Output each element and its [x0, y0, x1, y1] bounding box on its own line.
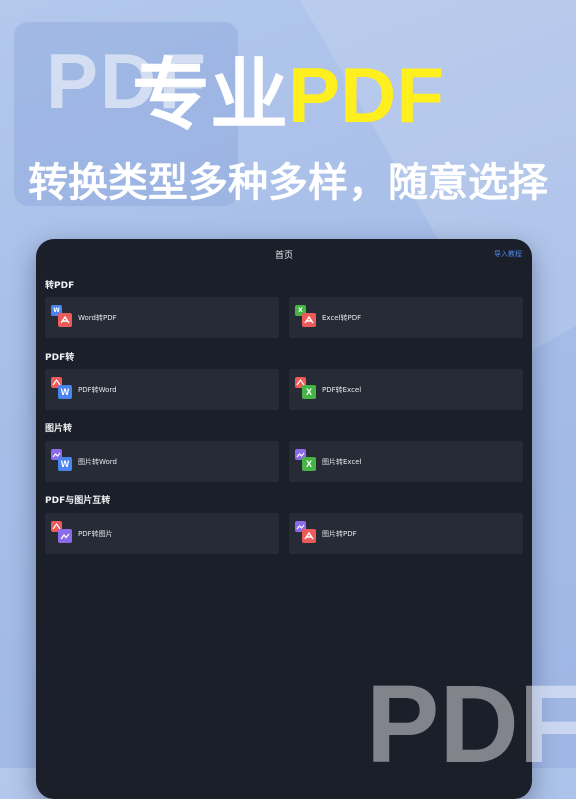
pdf-to-image-icon [51, 521, 75, 545]
image-to-word-icon: W [51, 449, 75, 473]
section-title-from-pdf: PDF转 [45, 353, 75, 363]
card-label: PDF转图片 [78, 530, 113, 538]
image-to-excel-button[interactable]: X 图片转Excel [289, 441, 523, 482]
card-label: PDF转Word [78, 386, 117, 394]
pdf-icon [302, 313, 316, 327]
section-title-to-pdf: 转PDF [45, 281, 75, 291]
word-to-pdf-button[interactable]: W Word转PDF [45, 297, 279, 338]
word-icon: W [58, 457, 72, 471]
headline-accent: PDF [288, 51, 444, 139]
promo-subtitle: 转换类型多种多样，随意选择 [28, 160, 548, 206]
image-to-excel-icon: X [295, 449, 319, 473]
card-label: 图片转Word [78, 458, 117, 466]
section-title-image-to: 图片转 [45, 424, 73, 434]
image-icon [58, 529, 72, 543]
card-label: 图片转Excel [322, 458, 362, 466]
excel-to-pdf-button[interactable]: X Excel转PDF [289, 297, 523, 338]
excel-to-pdf-icon: X [295, 305, 319, 329]
pdf-icon [58, 313, 72, 327]
card-label: 图片转PDF [322, 530, 357, 538]
section-title-pdf-image: PDF与图片互转 [45, 496, 111, 506]
pdf-to-excel-icon: X [295, 377, 319, 401]
excel-icon: X [302, 385, 316, 399]
navigation-bar: 首页 导入教程 [36, 239, 532, 269]
pdf-to-excel-button[interactable]: X PDF转Excel [289, 369, 523, 410]
pdf-icon [302, 529, 316, 543]
promo-headline: 专业PDF [0, 50, 576, 141]
card-label: Word转PDF [78, 314, 117, 322]
background-pdf-watermark-bottom: PDF [366, 663, 576, 786]
pdf-to-image-button[interactable]: PDF转图片 [45, 513, 279, 554]
card-label: PDF转Excel [322, 386, 362, 394]
page-title: 首页 [274, 251, 293, 261]
image-to-word-button[interactable]: W 图片转Word [45, 441, 279, 482]
pdf-to-word-icon: W [51, 377, 75, 401]
word-to-pdf-icon: W [51, 305, 75, 329]
headline-main: 专业 [131, 51, 288, 141]
image-to-pdf-icon [295, 521, 319, 545]
card-label: Excel转PDF [322, 314, 362, 322]
import-tutorial-link[interactable]: 导入教程 [494, 249, 522, 259]
excel-icon: X [302, 457, 316, 471]
word-icon: W [58, 385, 72, 399]
image-to-pdf-button[interactable]: 图片转PDF [289, 513, 523, 554]
pdf-to-word-button[interactable]: W PDF转Word [45, 369, 279, 410]
